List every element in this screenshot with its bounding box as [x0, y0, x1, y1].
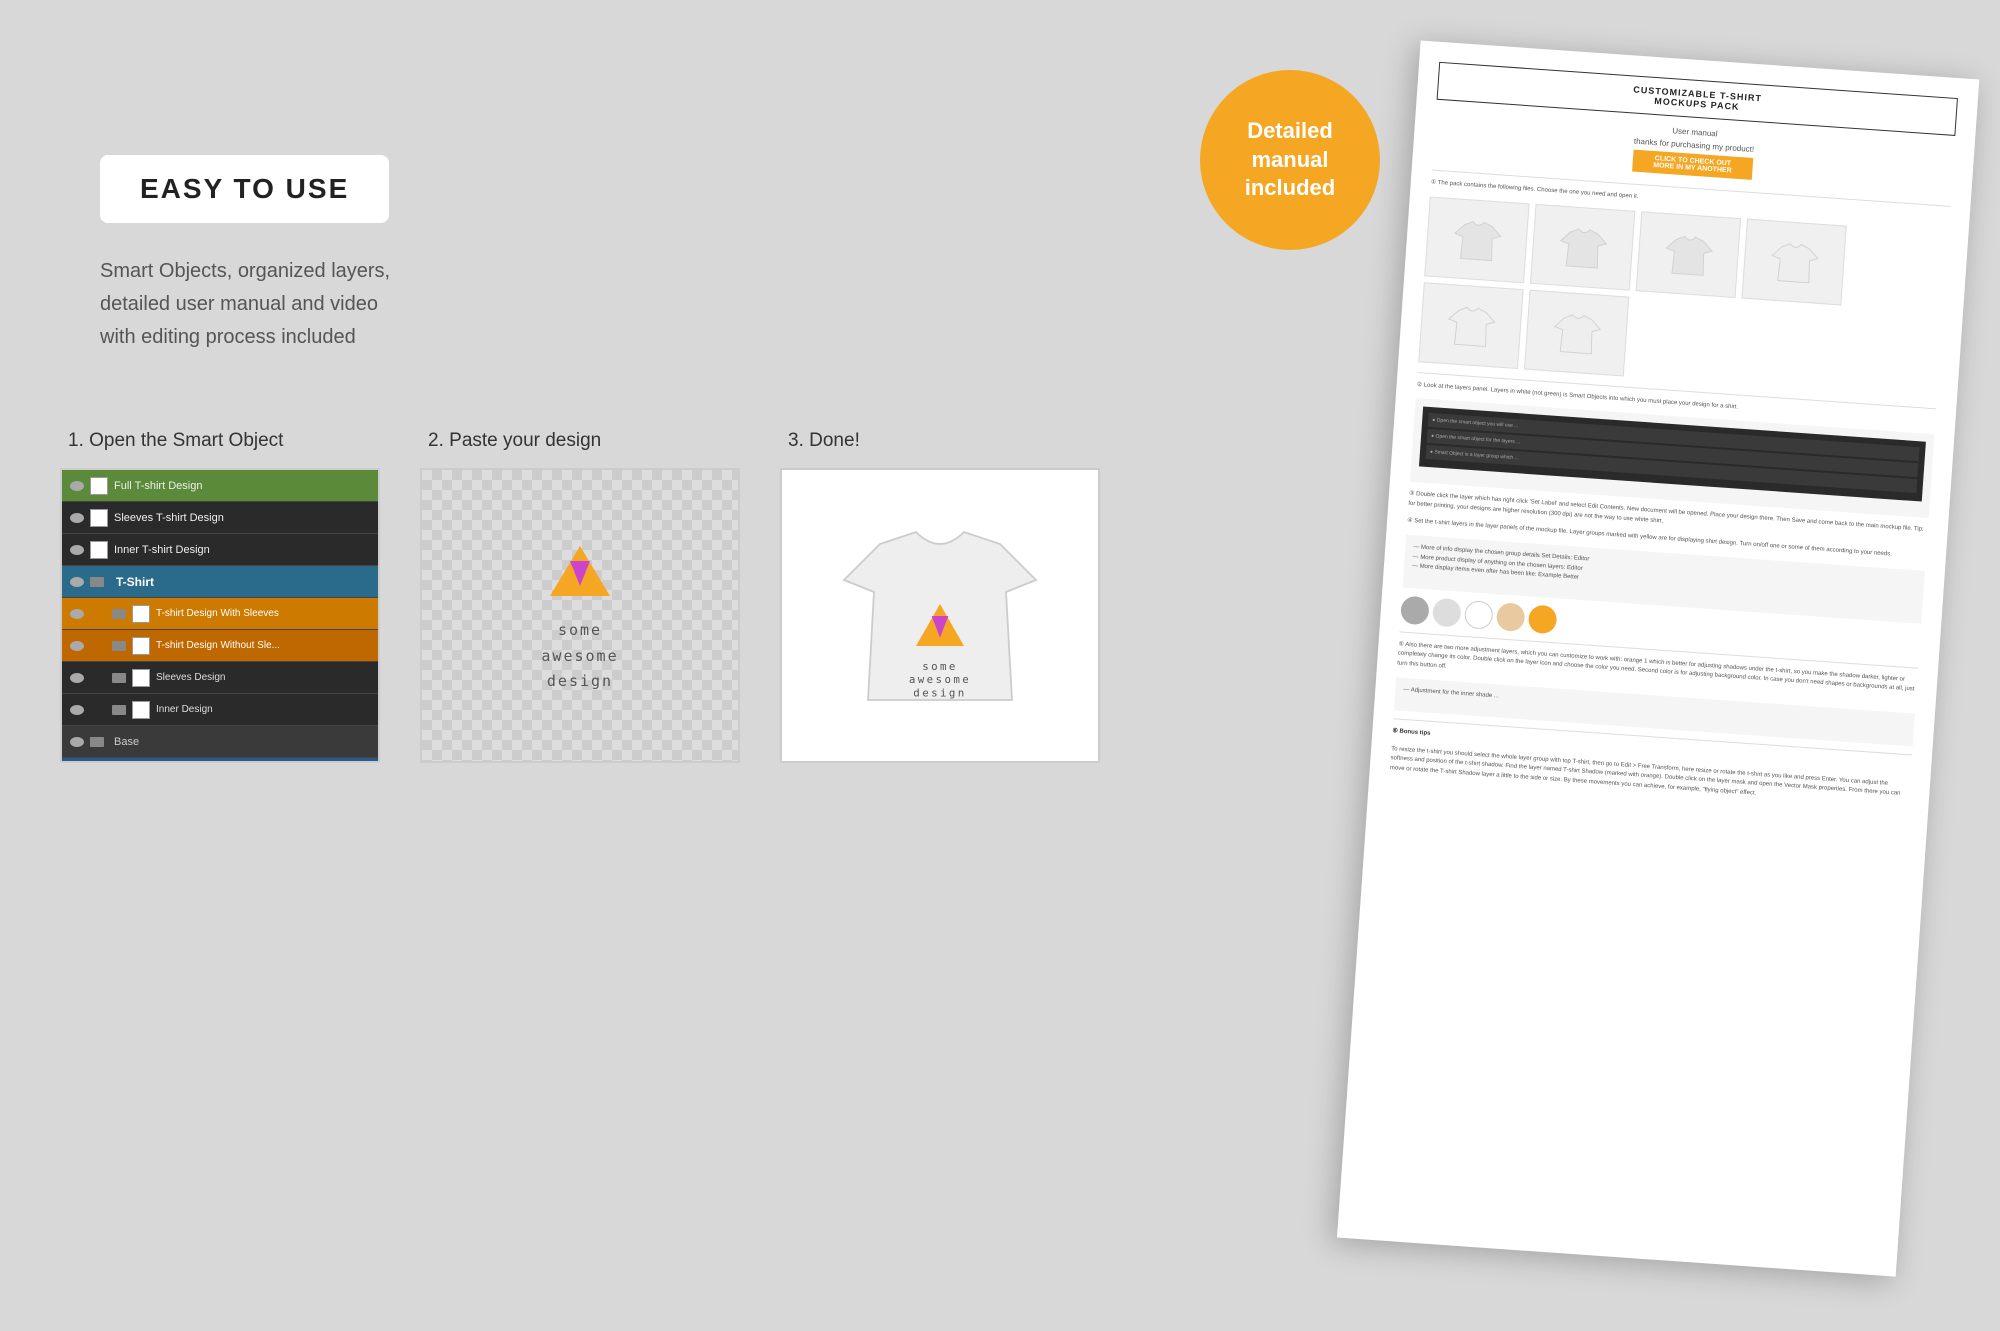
eye-icon — [70, 545, 84, 555]
folder-icon — [90, 577, 104, 587]
svg-text:design: design — [913, 686, 966, 699]
swatch-white — [1464, 600, 1494, 630]
layer-thumb — [132, 669, 150, 687]
layer-thumb — [132, 637, 150, 655]
swatch-gray — [1400, 595, 1430, 625]
layer-row: Full T-shirt Design — [62, 470, 378, 502]
folder-icon — [112, 705, 126, 715]
step-2-image: someawesomedesign — [420, 468, 740, 763]
layer-row: T-shirt Design Without Sle... — [62, 630, 378, 662]
manual-thumb-3 — [1636, 211, 1741, 298]
layer-row: Sleeves Design — [62, 662, 378, 694]
step-3: 3. Done! some awesome design — [780, 430, 1100, 763]
eye-icon — [70, 673, 84, 683]
layer-row: Inner Design — [62, 694, 378, 726]
folder-icon — [90, 737, 104, 747]
layer-thumb — [90, 541, 108, 559]
layer-row: T-shirt Design With Sleeves — [62, 598, 378, 630]
step-2: 2. Paste your design someawesomedesign — [420, 430, 740, 763]
manual-document: CUSTOMIZABLE T-SHIRTMOCKUPS PACK User ma… — [1337, 40, 1979, 1276]
folder-icon — [112, 673, 126, 683]
eye-icon — [70, 481, 84, 491]
eye-icon — [70, 705, 84, 715]
layer-row: Sleeves T-shirt Design — [62, 502, 378, 534]
eye-icon — [70, 577, 84, 587]
manual-thumbnails — [1418, 196, 1948, 398]
manual-thumb-6 — [1524, 289, 1629, 376]
manual-badge: Detailedmanualincluded — [1200, 70, 1380, 250]
manual-thumb-2 — [1530, 203, 1635, 290]
layer-thumb — [132, 701, 150, 719]
step-3-label: 3. Done! — [780, 430, 860, 452]
swatch-light — [1432, 597, 1462, 627]
design-text: someawesomedesign — [541, 618, 618, 695]
steps-container: 1. Open the Smart Object Full T-shirt De… — [60, 430, 1100, 763]
description-text: Smart Objects, organized layers,detailed… — [100, 255, 390, 354]
design-logo-icon — [540, 536, 620, 606]
layer-row: Base — [62, 726, 378, 758]
swatch-orange — [1528, 604, 1558, 634]
tshirt-icon: some awesome design — [820, 496, 1060, 736]
folder-icon — [112, 641, 126, 651]
layer-thumb — [132, 605, 150, 623]
manual-layers-panel-mini: ● Open the smart object you will use ...… — [1419, 407, 1926, 502]
manual-thumb-1 — [1424, 196, 1529, 283]
layer-thumb — [90, 509, 108, 527]
layer-row: Inner T-shirt Design — [62, 534, 378, 566]
layer-thumb — [90, 477, 108, 495]
layer-row: Neck Stripe Color 2 — [62, 758, 378, 763]
folder-icon — [112, 609, 126, 619]
step-2-label: 2. Paste your design — [420, 430, 601, 452]
easy-to-use-badge: EASY TO USE — [100, 155, 389, 223]
swatch-beige — [1496, 602, 1526, 632]
manual-thumb-4 — [1741, 218, 1846, 305]
step-1-image: Full T-shirt Design Sleeves T-shirt Desi… — [60, 468, 380, 763]
step-1: 1. Open the Smart Object Full T-shirt De… — [60, 430, 380, 763]
eye-icon — [70, 737, 84, 747]
manual-cta-button: CLICK TO CHECK OUTMORE IN MY ANOTHER — [1632, 150, 1753, 180]
eye-icon — [70, 641, 84, 651]
manual-badge-text: Detailedmanualincluded — [1245, 117, 1335, 203]
step-3-image: some awesome design — [780, 468, 1100, 763]
eye-icon — [70, 513, 84, 523]
eye-icon — [70, 609, 84, 619]
svg-text:awesome: awesome — [909, 673, 971, 686]
manual-header: CUSTOMIZABLE T-SHIRTMOCKUPS PACK — [1437, 62, 1958, 136]
step-1-label: 1. Open the Smart Object — [60, 430, 283, 452]
svg-text:some: some — [922, 660, 958, 673]
layer-row: T-Shirt — [62, 566, 378, 598]
description-content: Smart Objects, organized layers,detailed… — [100, 260, 390, 348]
easy-badge-label: EASY TO USE — [140, 173, 349, 205]
manual-thumb-5 — [1418, 282, 1523, 369]
